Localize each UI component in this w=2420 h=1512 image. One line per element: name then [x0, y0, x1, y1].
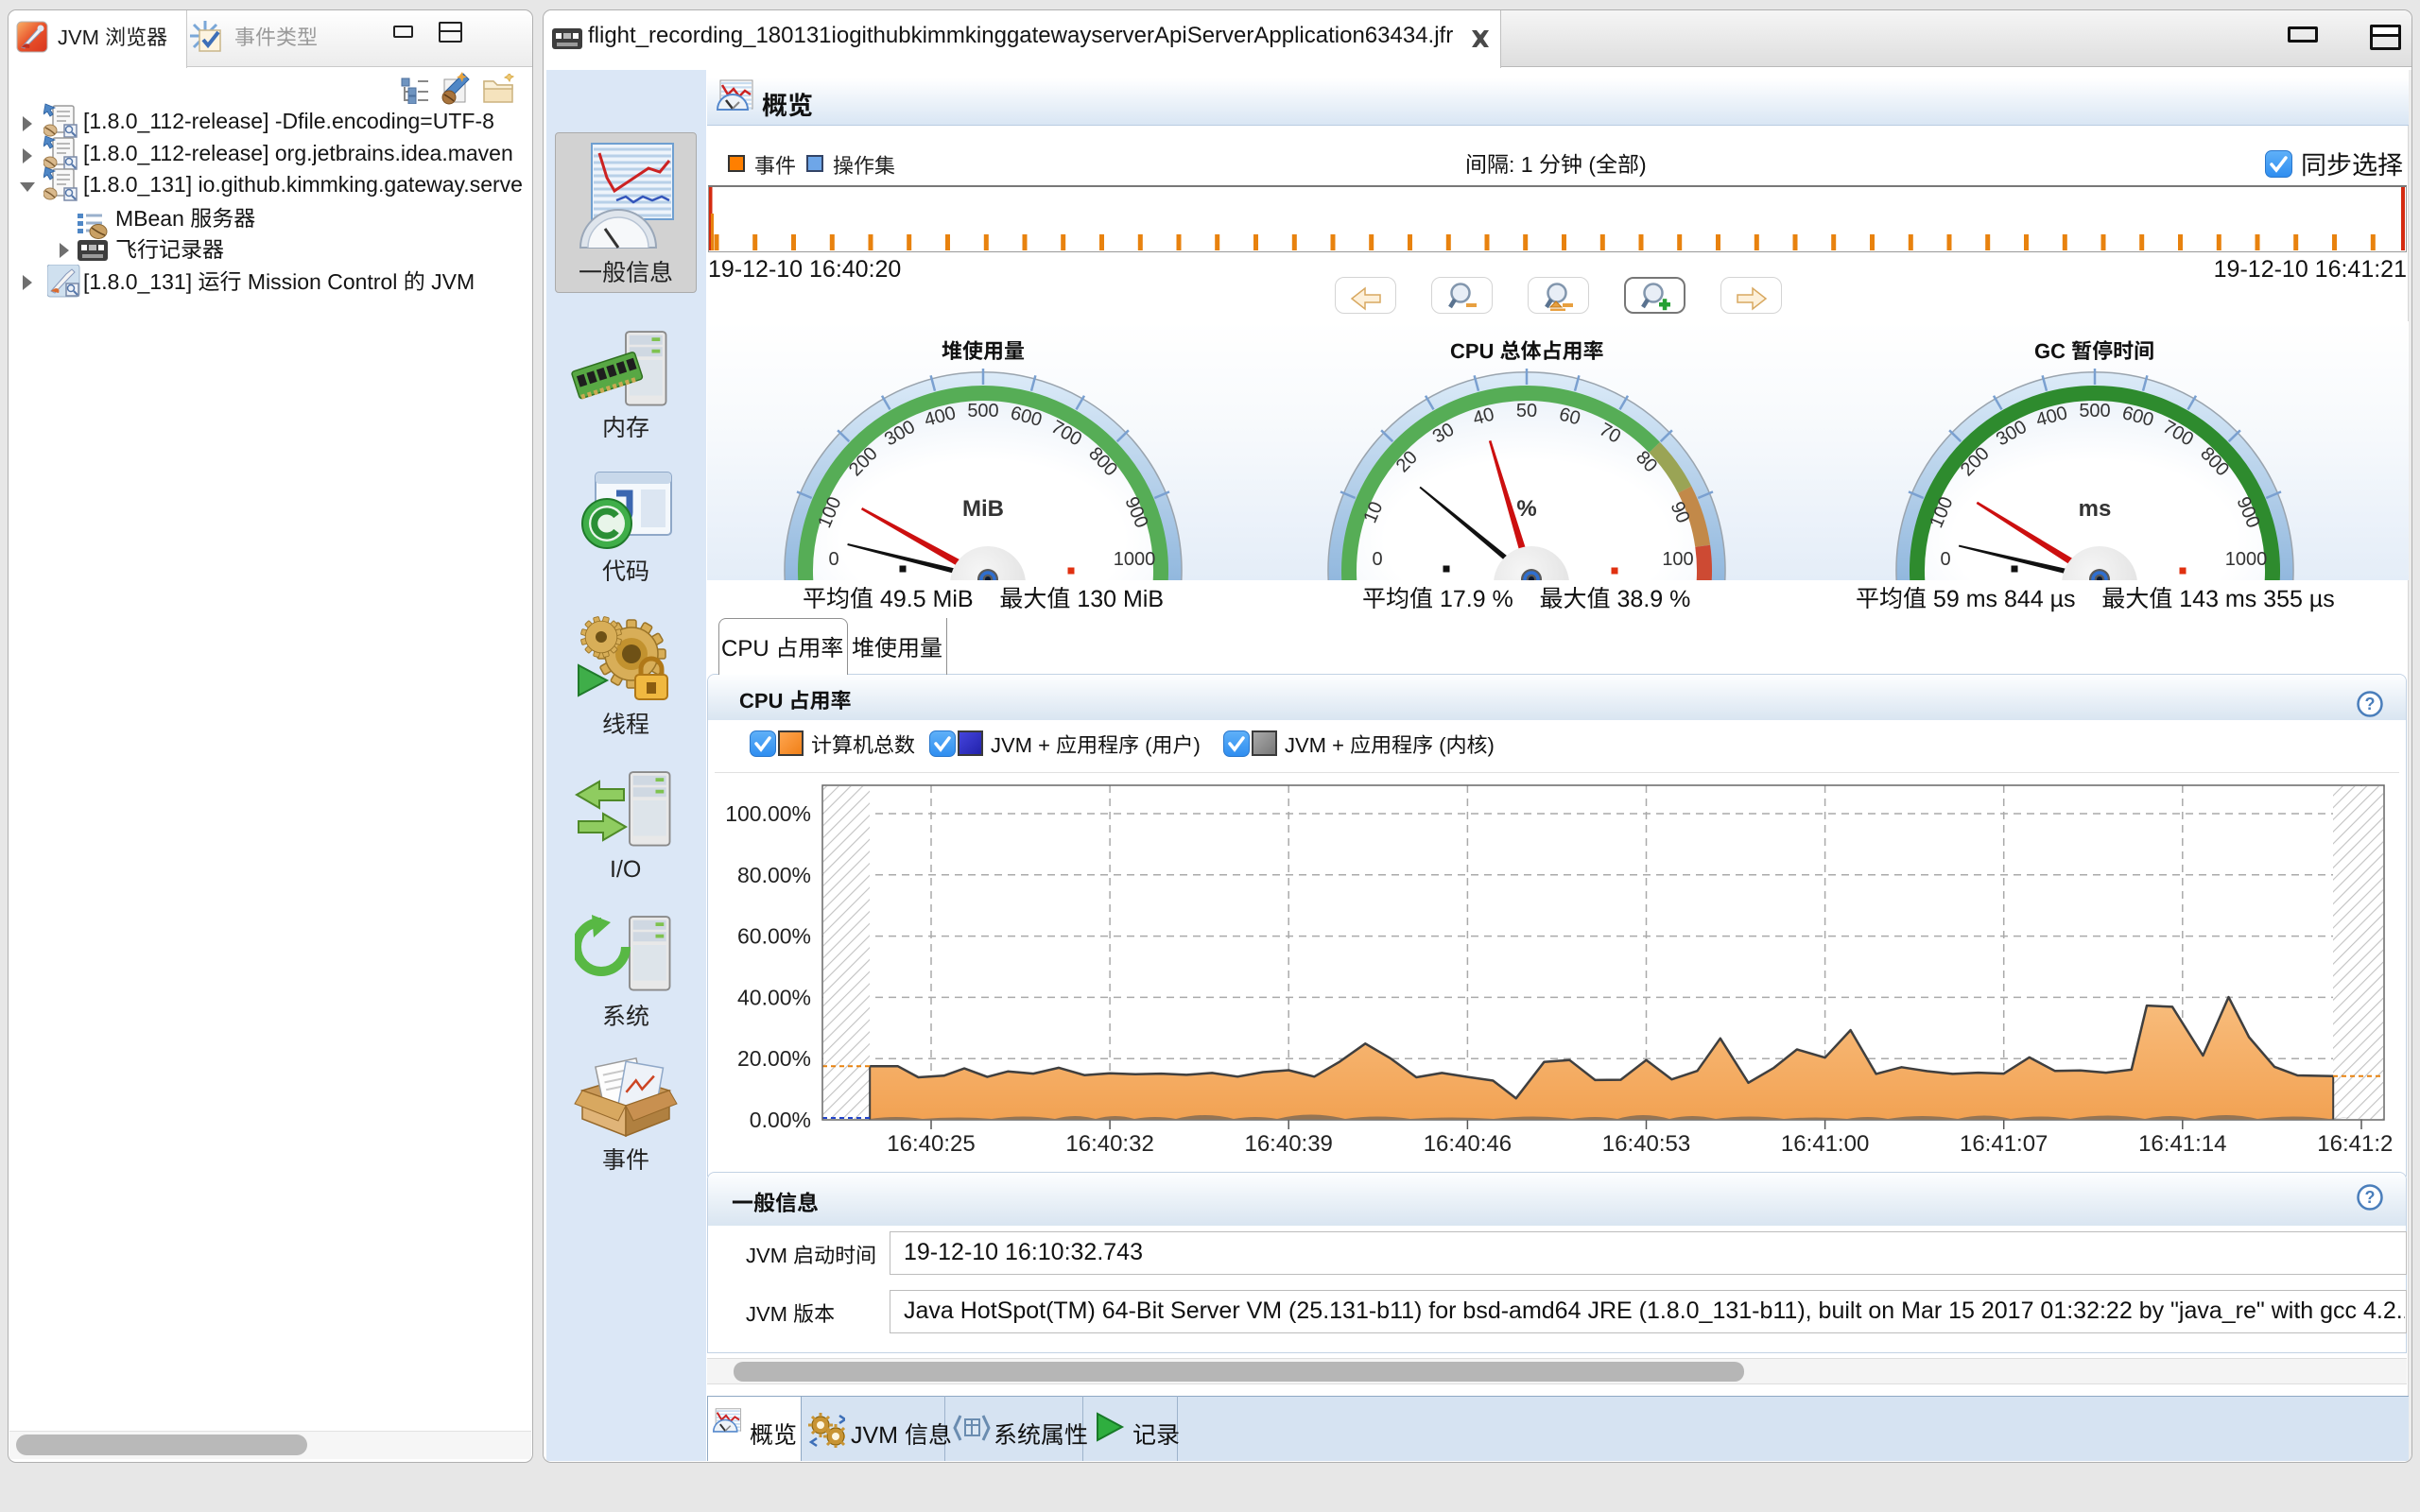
svg-text:20.00%: 20.00% — [737, 1046, 811, 1071]
svg-text:100: 100 — [1662, 549, 1693, 570]
svg-text:50: 50 — [1516, 401, 1537, 421]
svg-text:?: ? — [2365, 1188, 2376, 1207]
svg-text:16:41:00: 16:41:00 — [1781, 1131, 1869, 1157]
svg-text:40.00%: 40.00% — [737, 985, 811, 1009]
svg-text:80.00%: 80.00% — [737, 863, 811, 887]
svg-text:16:41:07: 16:41:07 — [1960, 1131, 2048, 1157]
svg-text:1000: 1000 — [1114, 549, 1156, 570]
svg-text:0: 0 — [1372, 549, 1382, 570]
svg-text:60.00%: 60.00% — [737, 924, 811, 949]
svg-text:MiB: MiB — [962, 496, 1004, 522]
svg-text:0: 0 — [1940, 549, 1950, 570]
svg-text:0: 0 — [828, 549, 838, 570]
svg-text:16:40:39: 16:40:39 — [1244, 1131, 1332, 1157]
svg-text:100.00%: 100.00% — [725, 801, 811, 826]
svg-text:16:41:14: 16:41:14 — [2138, 1131, 2226, 1157]
svg-text:16:40:25: 16:40:25 — [887, 1131, 975, 1157]
svg-text:%: % — [1516, 496, 1536, 522]
svg-text:16:40:53: 16:40:53 — [1602, 1131, 1690, 1157]
svg-text:16:40:32: 16:40:32 — [1065, 1131, 1153, 1157]
svg-text:500: 500 — [2079, 401, 2110, 421]
svg-text:1000: 1000 — [2225, 549, 2268, 570]
svg-text:ms: ms — [2079, 496, 2112, 522]
svg-text:?: ? — [2365, 695, 2376, 713]
svg-text:16:41:21: 16:41:21 — [2317, 1131, 2393, 1157]
svg-text:16:40:46: 16:40:46 — [1424, 1131, 1512, 1157]
svg-text:0.00%: 0.00% — [750, 1108, 811, 1132]
svg-text:500: 500 — [967, 401, 998, 421]
